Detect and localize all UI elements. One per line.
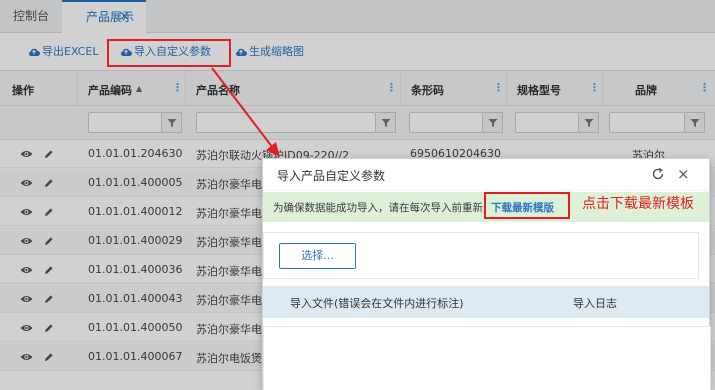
choose-file-button[interactable]: 选择... <box>279 243 356 269</box>
annotation-text: 点击下载最新模板 <box>582 196 694 212</box>
edit-pencil-icon[interactable] <box>44 265 54 275</box>
spec-filter-button[interactable] <box>579 112 599 133</box>
import-grid-header: 导入文件(错误会在文件内进行标注) 导入日志 <box>263 286 709 318</box>
edit-pencil-icon[interactable] <box>44 149 54 159</box>
edit-pencil-icon[interactable] <box>44 294 54 304</box>
barcode-filter-input[interactable] <box>409 112 483 133</box>
column-menu-icon[interactable]: ⋮ <box>493 81 504 94</box>
cell-code: 01.01.01.400005 <box>88 176 183 189</box>
edit-pencil-icon[interactable] <box>44 352 54 362</box>
row-actions <box>20 351 56 363</box>
grid-header-row: 操作 产品编码 ▲ ⋮ 产品名称 ⋮ 条形码 ⋮ 规格型号 ⋮ 品牌 ⋮ <box>0 71 715 106</box>
filter-icon <box>690 119 700 127</box>
sort-asc-icon[interactable]: ▲ <box>136 84 142 93</box>
row-actions <box>20 148 56 160</box>
barcode-filter-button[interactable] <box>483 112 503 133</box>
filter-icon <box>381 119 391 127</box>
refresh-icon[interactable] <box>651 167 665 181</box>
upload-panel: 选择... <box>263 232 699 279</box>
notice-text: 为确保数据能成功导入，请在每次导入前重新 <box>273 202 483 214</box>
edit-pencil-icon[interactable] <box>44 207 54 217</box>
filter-icon <box>488 119 498 127</box>
brand-filter-input[interactable] <box>609 112 685 133</box>
column-menu-icon[interactable]: ⋮ <box>172 81 183 94</box>
row-actions <box>20 322 56 334</box>
row-actions <box>20 264 56 276</box>
row-actions <box>20 206 56 218</box>
cloud-upload-icon <box>236 48 247 56</box>
row-actions <box>20 293 56 305</box>
tab-bar: 控制台 产品展示 × <box>0 0 715 33</box>
edit-pencil-icon[interactable] <box>44 178 54 188</box>
header-spec[interactable]: 规格型号 ⋮ <box>507 71 603 105</box>
header-ops: 操作 <box>0 71 78 105</box>
cell-code: 01.01.01.204630 <box>88 147 183 160</box>
view-eye-icon[interactable] <box>20 294 33 304</box>
dialog-header: 导入产品自定义参数 × <box>263 159 709 191</box>
import-grid-body <box>263 326 711 390</box>
view-eye-icon[interactable] <box>20 265 33 275</box>
close-icon[interactable]: × <box>677 165 690 183</box>
view-eye-icon[interactable] <box>20 207 33 217</box>
row-actions <box>20 177 56 189</box>
brand-filter-button[interactable] <box>685 112 705 133</box>
cell-code: 01.01.01.400012 <box>88 205 183 218</box>
name-filter-button[interactable] <box>376 112 396 133</box>
tab-close-icon[interactable]: × <box>119 2 130 32</box>
row-actions <box>20 235 56 247</box>
view-eye-icon[interactable] <box>20 236 33 246</box>
header-name[interactable]: 产品名称 ⋮ <box>186 71 401 105</box>
grid-filter-row <box>0 106 715 140</box>
header-import-log: 导入日志 <box>573 297 617 310</box>
name-filter-input[interactable] <box>196 112 376 133</box>
cloud-upload-icon <box>29 48 40 56</box>
cell-code: 01.01.01.400043 <box>88 292 183 305</box>
code-filter-input[interactable] <box>88 112 162 133</box>
header-barcode[interactable]: 条形码 ⋮ <box>401 71 507 105</box>
tab-console[interactable]: 控制台 <box>0 0 62 33</box>
view-eye-icon[interactable] <box>20 352 33 362</box>
edit-pencil-icon[interactable] <box>44 323 54 333</box>
cell-code: 01.01.01.400050 <box>88 321 183 334</box>
view-eye-icon[interactable] <box>20 323 33 333</box>
generate-thumbnail-button[interactable]: 生成缩略图 <box>235 43 304 59</box>
cell-code: 01.01.01.400067 <box>88 350 183 363</box>
filter-icon <box>167 119 177 127</box>
edit-pencil-icon[interactable] <box>44 236 54 246</box>
dialog-title: 导入产品自定义参数 <box>277 169 386 183</box>
header-brand[interactable]: 品牌 ⋮ <box>603 71 715 105</box>
code-filter-button[interactable] <box>162 112 182 133</box>
column-menu-icon[interactable]: ⋮ <box>589 81 600 94</box>
cell-code: 01.01.01.400036 <box>88 263 183 276</box>
annotation-box-download <box>484 192 570 219</box>
column-menu-icon[interactable]: ⋮ <box>386 81 397 94</box>
spec-filter-input[interactable] <box>515 112 579 133</box>
export-excel-button[interactable]: 导出EXCEL <box>28 43 98 59</box>
filter-icon <box>584 119 594 127</box>
column-menu-icon[interactable]: ⋮ <box>699 81 710 94</box>
annotation-box-import <box>107 39 231 67</box>
view-eye-icon[interactable] <box>20 178 33 188</box>
view-eye-icon[interactable] <box>20 149 33 159</box>
tab-product-display[interactable]: 产品展示 × <box>62 0 146 33</box>
header-code[interactable]: 产品编码 ▲ ⋮ <box>78 71 186 105</box>
header-import-file: 导入文件(错误会在文件内进行标注) <box>290 297 464 310</box>
cell-code: 01.01.01.400029 <box>88 234 183 247</box>
